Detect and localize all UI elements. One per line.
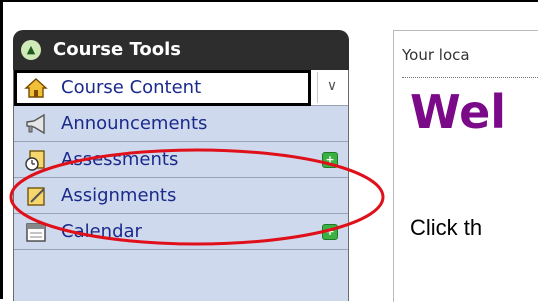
sidebar-item-announcements[interactable]: Announcements bbox=[14, 106, 348, 142]
sidebar-item-calendar[interactable]: Calendar + bbox=[14, 214, 348, 250]
main-content-pane: Your loca Wel Click th bbox=[393, 30, 538, 302]
collapse-chevron-icon[interactable]: ▲ bbox=[21, 40, 41, 60]
divider bbox=[402, 77, 538, 78]
course-tools-title: Course Tools bbox=[53, 39, 181, 60]
sidebar-item-assessments[interactable]: Assessments + bbox=[14, 142, 348, 178]
window-frame: ▲ Course Tools Course Content ∨ Announce… bbox=[0, 0, 538, 302]
home-icon bbox=[24, 77, 48, 99]
location-text: Your loca bbox=[402, 46, 470, 64]
expand-chevron-icon[interactable]: ∨ bbox=[317, 72, 346, 103]
sidebar-item-label: Course Content bbox=[61, 77, 202, 98]
sidebar-item-assignments[interactable]: Assignments bbox=[14, 178, 348, 214]
course-tools-list: Course Content ∨ Announcements Assessmen… bbox=[13, 70, 349, 301]
sidebar-item-label: Calendar bbox=[61, 221, 142, 242]
calendar-icon bbox=[24, 221, 48, 243]
assessment-icon bbox=[24, 149, 48, 171]
new-content-badge-icon: + bbox=[322, 224, 338, 240]
course-tools-panel: ▲ Course Tools Course Content ∨ Announce… bbox=[13, 30, 349, 301]
sidebar-item-label: Assignments bbox=[61, 185, 177, 206]
megaphone-icon bbox=[24, 113, 48, 135]
welcome-heading: Wel bbox=[410, 85, 507, 139]
sidebar-item-label: Announcements bbox=[61, 113, 208, 134]
sidebar-item-course-content[interactable]: Course Content ∨ bbox=[14, 70, 348, 106]
new-content-badge-icon: + bbox=[322, 152, 338, 168]
assignment-icon bbox=[24, 185, 48, 207]
instruction-text: Click th bbox=[410, 215, 483, 240]
course-tools-header[interactable]: ▲ Course Tools bbox=[13, 30, 349, 70]
sidebar-item-label: Assessments bbox=[61, 149, 179, 170]
